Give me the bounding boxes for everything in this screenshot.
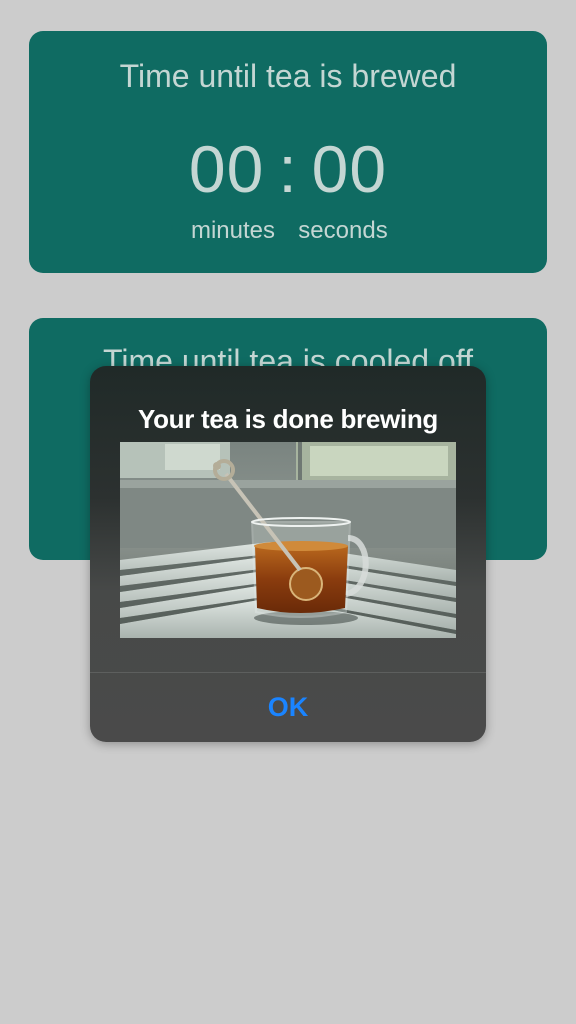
tea-photo	[120, 442, 456, 638]
seconds-value: 00	[311, 132, 388, 206]
ok-button[interactable]: OK	[90, 673, 486, 742]
dialog-title: Your tea is done brewing	[137, 404, 439, 434]
seconds-label: seconds	[298, 217, 388, 244]
brew-timer-title: Time until tea is brewed	[119, 58, 457, 94]
minutes-value: 00	[188, 132, 265, 206]
time-separator: :	[278, 132, 298, 206]
brew-timer-display: 00:00	[29, 131, 547, 207]
brew-timer-card: Time until tea is brewed 00:00 minutes se…	[29, 31, 547, 273]
minutes-label: minutes	[190, 217, 276, 244]
tea-done-dialog: Your tea is done brewing OK	[90, 366, 486, 742]
time-unit-labels: minutes seconds	[29, 217, 547, 245]
